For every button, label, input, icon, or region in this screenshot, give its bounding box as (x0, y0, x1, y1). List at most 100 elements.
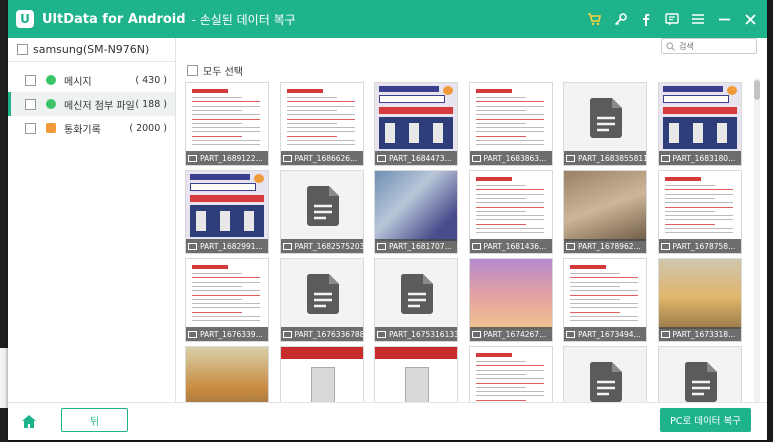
cart-icon[interactable] (581, 6, 607, 32)
home-icon (22, 415, 36, 428)
vertical-scrollbar[interactable] (754, 78, 760, 402)
back-button[interactable]: 뒤 (61, 408, 128, 432)
sidebar-item-messenger-attachments[interactable]: 메신저 첨부 파일 ( 188 ) (8, 92, 175, 116)
file-caption: PART_16838558113... (564, 151, 646, 165)
file-name: PART_1676339... (200, 329, 263, 339)
app-subtitle: - 손실된 데이터 복구 (191, 12, 296, 27)
poster-thumbnail (375, 83, 457, 153)
file-name: PART_1682991... (200, 241, 263, 251)
file-name: PART_1686626... (294, 153, 358, 163)
file-tile[interactable]: PART_1673494... (563, 258, 647, 342)
file-tile[interactable]: PART_1681436... (468, 170, 553, 254)
document-icon (281, 171, 363, 241)
file-tile[interactable] (657, 346, 742, 402)
file-tile[interactable] (374, 346, 458, 402)
photo-thumbnail (658, 259, 741, 329)
file-caption: PART_1684473... (375, 151, 457, 165)
file-tile[interactable] (563, 346, 647, 402)
image-icon (471, 330, 481, 338)
image-icon (471, 242, 481, 250)
title-bar-icons (581, 6, 767, 32)
close-icon[interactable] (737, 6, 763, 32)
file-name: PART_1678758... (672, 241, 736, 251)
select-all[interactable]: 모두 선택 (187, 63, 243, 78)
file-tile[interactable]: PART_16825752030... (279, 170, 364, 254)
file-grid: PART_1689122... PART_1686626... PART_16844… (185, 82, 755, 402)
file-tile[interactable]: PART_1681707... (374, 170, 458, 254)
scrollbar-thumb[interactable] (754, 80, 760, 100)
file-name: PART_1684473... (389, 153, 452, 163)
image-icon (660, 242, 670, 250)
call-log-checkbox[interactable] (25, 122, 36, 134)
file-caption: PART_1678962... (564, 239, 646, 253)
file-caption: PART_16753161336... (375, 327, 457, 341)
file-name: PART_16753161336... (389, 329, 457, 339)
file-caption: PART_1674267... (469, 327, 552, 341)
file-caption: PART_1682991... (186, 239, 268, 253)
minimize-icon[interactable] (711, 6, 737, 32)
image-icon (566, 154, 575, 162)
file-tile[interactable]: PART_16753161336... (374, 258, 458, 342)
attachments-checkbox[interactable] (25, 98, 36, 110)
search-box[interactable] (661, 38, 757, 54)
image-icon (188, 242, 197, 250)
sidebar: samsung(SM-N976N) 메시지 ( 430 ) 메신저 첨부 파일 … (8, 38, 176, 402)
file-tile[interactable] (185, 346, 269, 402)
search-input[interactable] (679, 41, 749, 51)
file-name: PART_16825752030... (294, 241, 363, 251)
chat-icon[interactable] (659, 6, 685, 32)
document-icon (564, 347, 646, 402)
file-tile[interactable] (279, 346, 364, 402)
image-icon (377, 154, 386, 162)
file-caption: PART_1678758... (658, 239, 741, 253)
device-checkbox[interactable] (17, 44, 28, 55)
file-caption: PART_1681707... (375, 239, 457, 253)
file-name: PART_1674267... (483, 329, 547, 339)
file-tile[interactable]: PART_1674267... (468, 258, 553, 342)
select-all-checkbox[interactable] (187, 65, 198, 76)
background-window-edge (0, 348, 8, 408)
file-tile[interactable]: PART_1676339... (185, 258, 269, 342)
main-panel: 모두 선택 PART_1689122...PART_1686626...PART… (177, 38, 767, 402)
facebook-icon[interactable] (633, 6, 659, 32)
device-row[interactable]: samsung(SM-N976N) (8, 38, 175, 62)
messages-checkbox[interactable] (25, 74, 36, 86)
poster-thumbnail (658, 83, 741, 153)
file-name: PART_1681436... (483, 241, 547, 251)
photo-thumbnail (186, 347, 268, 402)
file-tile[interactable]: PART_1682991... (185, 170, 269, 254)
file-tile[interactable]: PART_16763367881... (279, 258, 364, 342)
file-tile[interactable]: PART_1684473... (374, 82, 458, 166)
file-tile[interactable] (468, 346, 553, 402)
document-icon (659, 347, 741, 402)
photo-thumbnail (564, 171, 646, 241)
file-name: PART_16838558113... (578, 153, 646, 163)
file-tile[interactable]: PART_1683180... (657, 82, 742, 166)
file-tile[interactable]: PART_1683863... (468, 82, 553, 166)
file-tile[interactable]: PART_1673318... (657, 258, 742, 342)
sidebar-item-call-log[interactable]: 통화기록 ( 2000 ) (8, 116, 175, 140)
file-tile[interactable]: PART_1678962... (563, 170, 647, 254)
app-title: UltData for Android (42, 11, 186, 27)
file-tile[interactable]: PART_1678758... (657, 170, 742, 254)
receipt-thumbnail (186, 83, 268, 153)
sidebar-item-messages[interactable]: 메시지 ( 430 ) (8, 68, 175, 92)
file-caption: PART_1683180... (658, 151, 741, 165)
receipt-thumbnail (469, 83, 552, 153)
image-icon (377, 330, 386, 338)
file-tile[interactable]: PART_1689122... (185, 82, 269, 166)
receipt-thumbnail (658, 171, 741, 241)
call-log-icon (46, 123, 56, 133)
file-tile[interactable]: PART_1686626... (279, 82, 364, 166)
home-button[interactable] (14, 408, 44, 435)
key-icon[interactable] (607, 6, 633, 32)
image-icon (282, 330, 292, 338)
menu-icon[interactable] (685, 6, 711, 32)
file-caption: PART_1676339... (186, 327, 268, 341)
image-icon (282, 154, 292, 162)
image-icon (282, 242, 292, 250)
file-tile[interactable]: PART_16838558113... (563, 82, 647, 166)
select-all-label: 모두 선택 (203, 67, 243, 78)
recover-to-pc-button[interactable]: PC로 데이터 복구 (660, 408, 751, 432)
receipt-thumbnail (564, 259, 646, 329)
